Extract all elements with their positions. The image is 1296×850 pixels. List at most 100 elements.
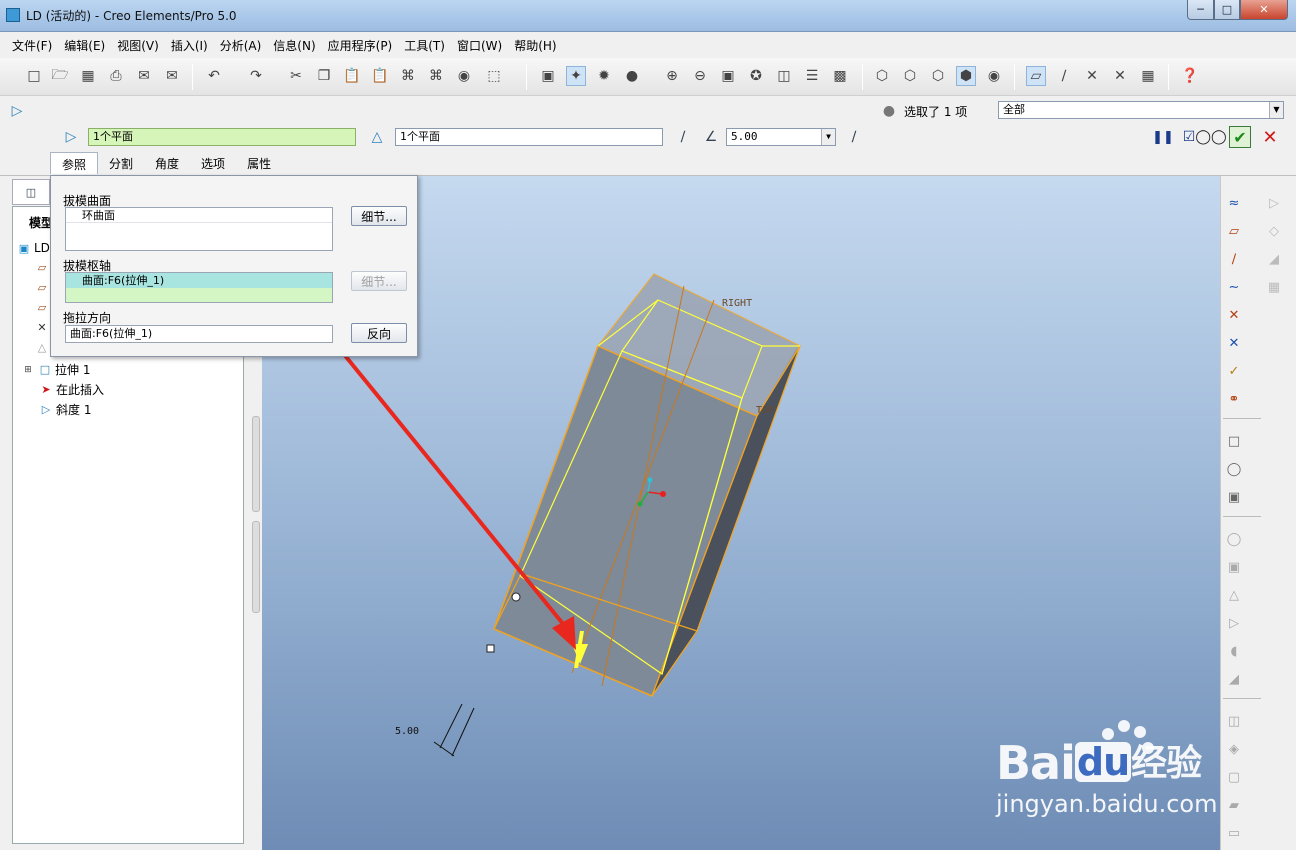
cancel-x-icon[interactable]: ✕ <box>1259 126 1281 148</box>
paste-special-icon[interactable]: 📋 <box>370 66 390 86</box>
model-tree-tab[interactable]: ◫ <box>12 179 50 205</box>
annotations-icon[interactable]: ▦ <box>1138 66 1158 86</box>
offset-tool-icon[interactable]: ▭ <box>1223 822 1245 844</box>
shell-tool-icon[interactable]: ▣ <box>1223 556 1245 578</box>
redo-icon[interactable]: ↷ <box>246 66 266 86</box>
cut-icon[interactable]: ✂ <box>286 66 306 86</box>
reorient-icon[interactable]: ✪ <box>746 66 766 86</box>
expand-plus-icon[interactable]: ⊞ <box>21 364 35 376</box>
tab-angles[interactable]: 角度 <box>144 152 190 174</box>
pull-direction-field[interactable]: 曲面:F6(拉伸_1) <box>65 325 333 343</box>
save-icon[interactable]: ▦ <box>78 66 98 86</box>
sketch-datum-icon[interactable]: ≈ <box>1223 192 1245 214</box>
shading-icon[interactable]: ⬢ <box>956 66 976 86</box>
repaint-icon[interactable]: ▣ <box>538 66 558 86</box>
list-item[interactable]: 环曲面 <box>66 208 332 223</box>
menu-analysis[interactable]: 分析(A) <box>214 37 268 54</box>
tree-item-datum[interactable]: ▱ <box>35 281 49 294</box>
menu-view[interactable]: 视图(V) <box>111 37 165 54</box>
new-file-icon[interactable]: □ <box>24 66 44 86</box>
no-hidden-icon[interactable]: ⬡ <box>928 66 948 86</box>
datum-plane-tool-icon[interactable]: ▱ <box>1223 220 1245 242</box>
wireframe-icon[interactable]: ⬡ <box>872 66 892 86</box>
grid-icon[interactable]: ▦ <box>1263 276 1285 298</box>
menu-window[interactable]: 窗口(W) <box>451 37 508 54</box>
context-help-icon[interactable]: ❓ <box>1180 66 1200 86</box>
panel-splitter-handle[interactable] <box>252 521 260 613</box>
menu-insert[interactable]: 插入(I) <box>165 37 214 54</box>
select-box-icon[interactable]: ⬚ <box>484 66 504 86</box>
tab-references[interactable]: 参照 <box>50 152 99 174</box>
layers-icon[interactable]: ☰ <box>802 66 822 86</box>
regenerate-manager-icon[interactable]: ⌘ <box>426 66 446 86</box>
round-tool-icon[interactable]: ◖ <box>1223 640 1245 662</box>
datum-curve-tool-icon[interactable]: ∼ <box>1223 276 1245 298</box>
email-link-icon[interactable]: ✉ <box>162 66 182 86</box>
details-button[interactable]: 细节... <box>351 206 407 226</box>
draft-surface-field[interactable]: 1个平面 <box>88 128 356 146</box>
revolve-tool-icon[interactable]: ◯ <box>1223 458 1245 480</box>
flip-direction-icon[interactable]: ∕ <box>674 128 692 146</box>
drag-handle-square[interactable] <box>486 644 495 653</box>
datum-axes-icon[interactable]: ∕ <box>1054 66 1074 86</box>
chamfer-tool-icon[interactable]: ◢ <box>1223 668 1245 690</box>
menu-help[interactable]: 帮助(H) <box>508 37 562 54</box>
tree-item-insert-here[interactable]: ➤ 在此插入 <box>39 381 104 398</box>
print-icon[interactable]: ⎙ <box>106 66 126 86</box>
solidify-icon[interactable]: ◇ <box>1263 220 1285 242</box>
enhanced-realism-icon[interactable]: ◉ <box>984 66 1004 86</box>
copy-icon[interactable]: ❐ <box>314 66 334 86</box>
chain-tool-icon[interactable]: ⚭ <box>1223 388 1245 410</box>
minimize-button[interactable]: ─ <box>1187 0 1214 20</box>
tree-item-csys[interactable]: ✕ <box>35 321 49 334</box>
hidden-line-icon[interactable]: ⬡ <box>900 66 920 86</box>
zoom-out-icon[interactable]: ⊖ <box>690 66 710 86</box>
tree-item-datum[interactable]: ▱ <box>35 301 49 314</box>
details-button-disabled[interactable]: 细节... <box>351 271 407 291</box>
orient-mode-icon[interactable]: ✹ <box>594 66 614 86</box>
pattern-tool-icon[interactable]: ◫ <box>1223 710 1245 732</box>
menu-file[interactable]: 文件(F) <box>6 37 58 54</box>
pause-icon[interactable]: ❚❚ <box>1152 128 1174 146</box>
tab-split[interactable]: 分割 <box>98 152 144 174</box>
tree-item-part[interactable]: ▣ LD <box>17 241 50 255</box>
datum-axis-tool-icon[interactable]: ∕ <box>1223 248 1245 270</box>
apply-checkmark-icon[interactable]: ✔ <box>1229 126 1251 148</box>
menu-info[interactable]: 信息(N) <box>267 37 321 54</box>
draft-hinges-list[interactable]: 曲面:F6(拉伸_1) <box>65 272 333 303</box>
draft-hinge-field[interactable]: 1个平面 <box>395 128 663 146</box>
open-folder-icon[interactable]: 🗁 <box>50 66 70 86</box>
sweep-tool-icon[interactable]: ▣ <box>1223 486 1245 508</box>
close-button[interactable]: ✕ <box>1240 0 1288 20</box>
regenerate-icon[interactable]: ⌘ <box>398 66 418 86</box>
zoom-in-icon[interactable]: ⊕ <box>662 66 682 86</box>
list-item[interactable]: 曲面:F6(拉伸_1) <box>66 273 332 288</box>
tab-options[interactable]: 选项 <box>190 152 236 174</box>
find-icon[interactable]: ◉ <box>454 66 474 86</box>
tree-item-draft[interactable]: ▷ 斜度 1 <box>39 401 92 418</box>
rib-tool-icon[interactable]: △ <box>1223 584 1245 606</box>
menu-applications[interactable]: 应用程序(P) <box>322 37 399 54</box>
tab-properties[interactable]: 属性 <box>236 152 282 174</box>
menu-tools[interactable]: 工具(T) <box>398 37 451 54</box>
draft-tool-icon[interactable]: ▷ <box>1223 612 1245 634</box>
spin-center-icon[interactable]: ✦ <box>566 66 586 86</box>
maximize-button[interactable]: □ <box>1214 0 1240 20</box>
mirror-icon[interactable]: ▷ <box>1263 192 1285 214</box>
undo-icon[interactable]: ↶ <box>204 66 224 86</box>
csys-tool-icon[interactable]: ✕ <box>1223 332 1245 354</box>
saved-views-icon[interactable]: ◫ <box>774 66 794 86</box>
drag-handle-circle[interactable] <box>511 592 521 602</box>
appearance-icon[interactable]: ● <box>622 66 642 86</box>
flip-button[interactable]: 反向 <box>351 323 407 343</box>
datum-planes-icon[interactable]: ▱ <box>1026 66 1046 86</box>
panel-splitter-handle[interactable] <box>252 416 260 512</box>
filter-dropdown[interactable]: 全部 ▼ <box>998 101 1284 119</box>
mirror-tool-icon[interactable]: ◈ <box>1223 738 1245 760</box>
thicken-icon[interactable]: ◢ <box>1263 248 1285 270</box>
view-manager-icon[interactable]: ▩ <box>830 66 850 86</box>
paste-icon[interactable]: 📋 <box>342 66 362 86</box>
menu-edit[interactable]: 编辑(E) <box>58 37 111 54</box>
analysis-tool-icon[interactable]: ✓ <box>1223 360 1245 382</box>
angle-input[interactable]: 5.00 ▼ <box>726 128 836 146</box>
